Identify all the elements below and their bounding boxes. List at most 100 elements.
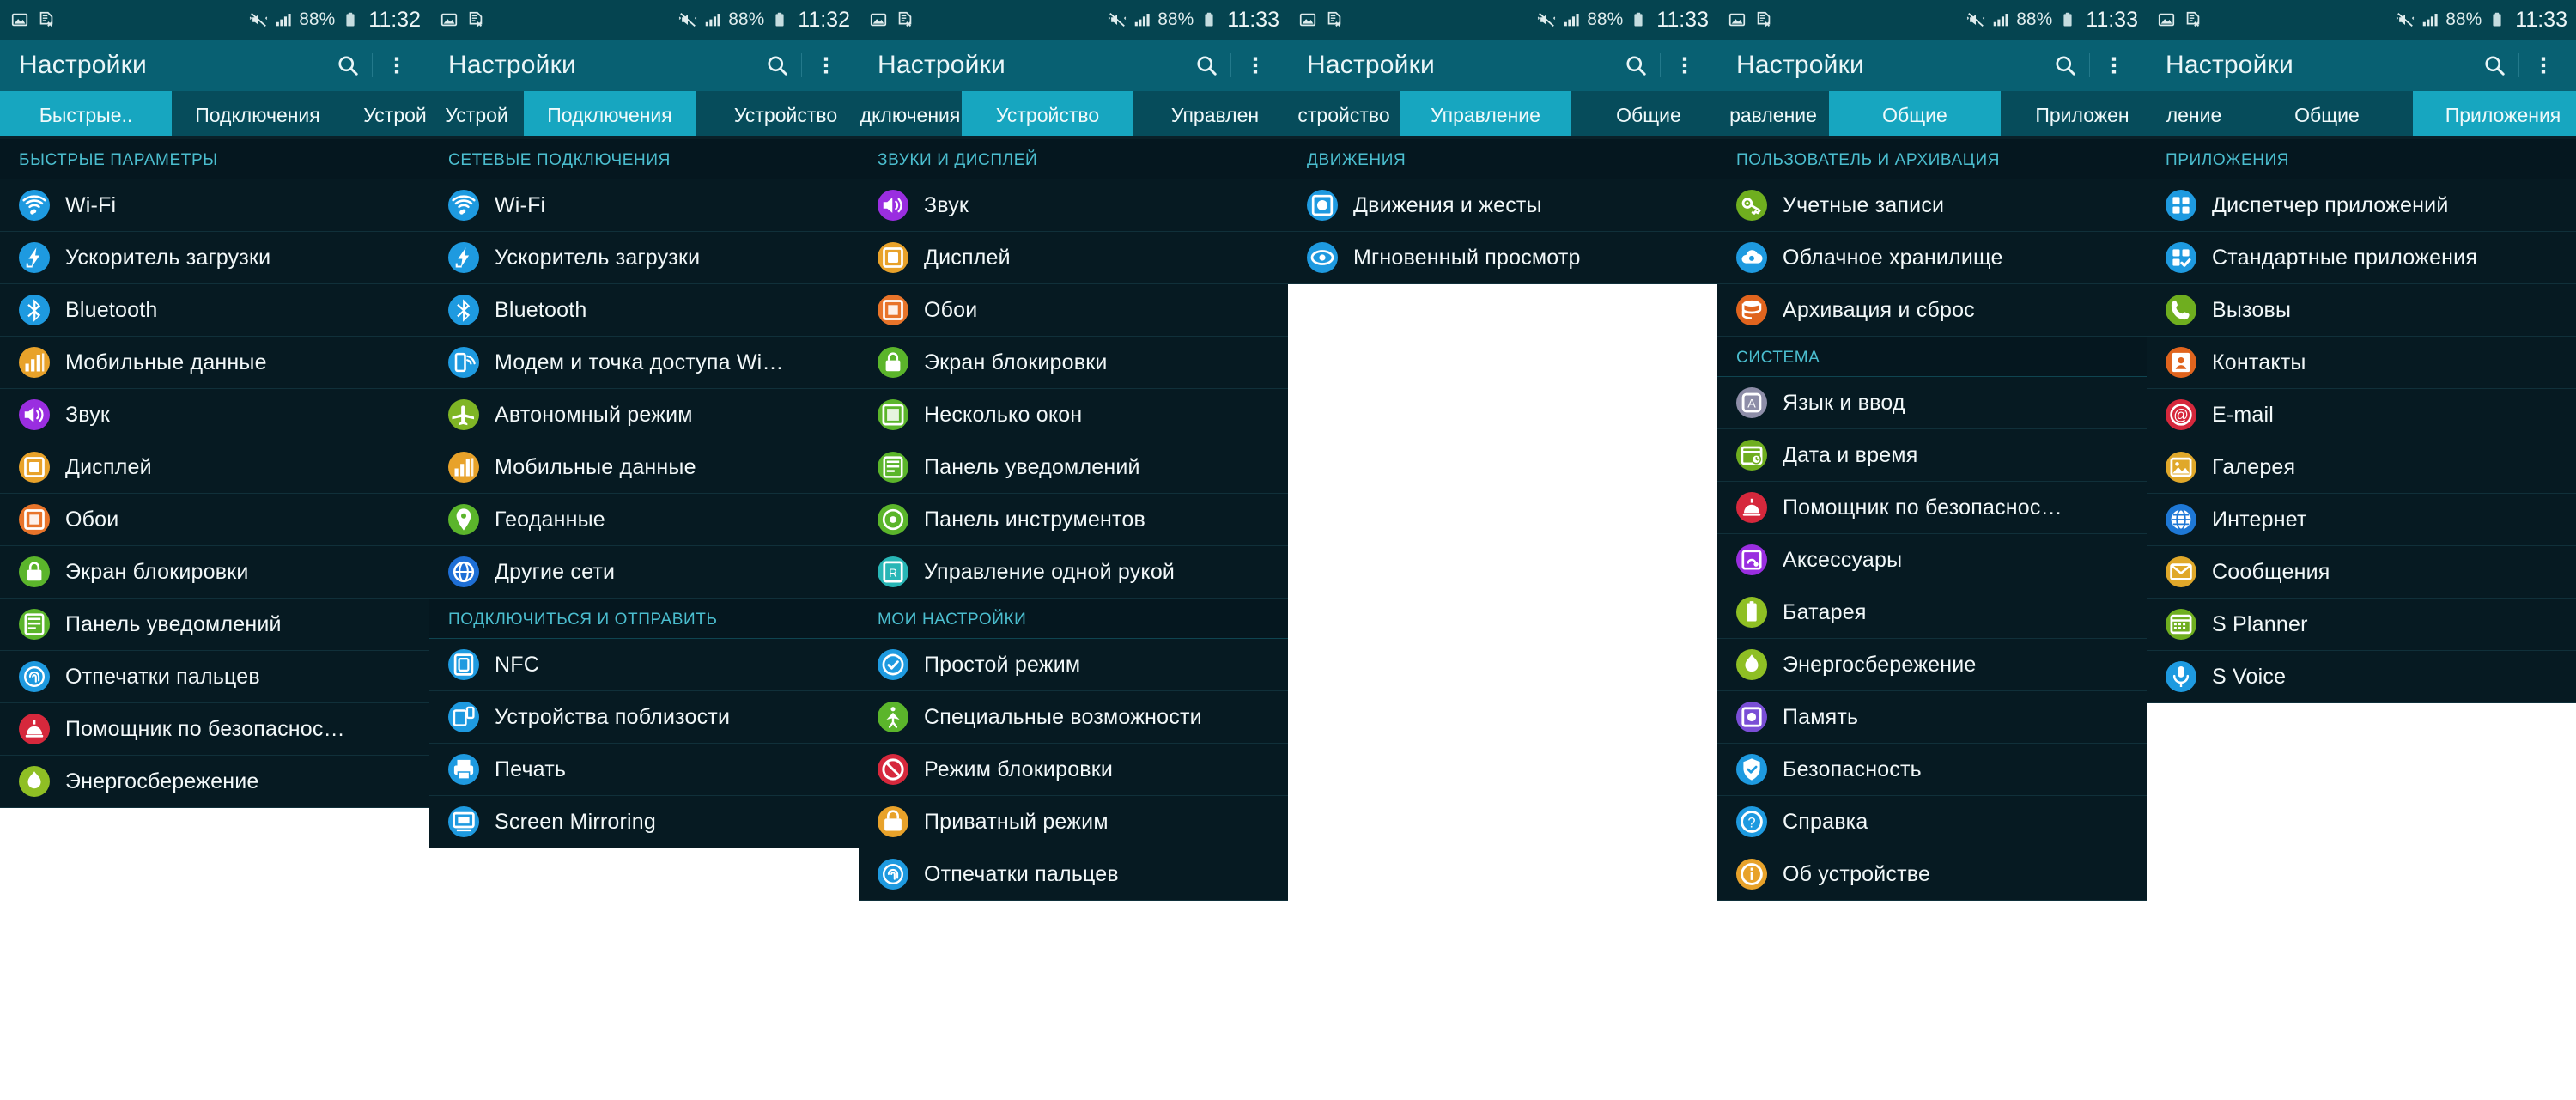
tab-2[interactable]: Общие: [1571, 91, 1717, 139]
list-item[interactable]: Автономный режим: [429, 389, 859, 441]
list-item[interactable]: Движения и жесты: [1288, 179, 1717, 232]
list-item[interactable]: Экран блокировки: [0, 546, 429, 599]
list-item[interactable]: Screen Mirroring: [429, 796, 859, 848]
list-item[interactable]: NFC: [429, 639, 859, 691]
list-item[interactable]: Вызовы: [2147, 284, 2576, 337]
tab-2[interactable]: Устройство: [696, 91, 859, 139]
list-item[interactable]: Панель инструментов: [859, 494, 1288, 546]
tab-1[interactable]: Подключения: [524, 91, 696, 139]
list-item[interactable]: Мгновенный просмотр: [1288, 232, 1717, 284]
list-item[interactable]: Панель уведомлений: [859, 441, 1288, 494]
list-item[interactable]: A Язык и ввод: [1717, 377, 2147, 429]
list-item[interactable]: Обои: [859, 284, 1288, 337]
list-item[interactable]: Bluetooth: [429, 284, 859, 337]
list-item[interactable]: Дисплей: [859, 232, 1288, 284]
action-separator: [372, 53, 373, 77]
list-item[interactable]: Режим блокировки: [859, 744, 1288, 796]
list-item[interactable]: Энергосбережение: [0, 756, 429, 808]
more-vertical-icon[interactable]: [373, 40, 421, 91]
list-item[interactable]: Печать: [429, 744, 859, 796]
list-item[interactable]: Галерея: [2147, 441, 2576, 494]
list-item[interactable]: Помощник по безопаснос…: [1717, 482, 2147, 534]
list-item[interactable]: Отпечатки пальцев: [859, 848, 1288, 901]
tab-0[interactable]: дключения: [859, 91, 962, 139]
more-vertical-icon[interactable]: [2090, 40, 2138, 91]
list-item[interactable]: Память: [1717, 691, 2147, 744]
search-icon[interactable]: [753, 40, 801, 91]
list-item[interactable]: S Planner: [2147, 599, 2576, 651]
list-item[interactable]: Мобильные данные: [0, 337, 429, 389]
list-item[interactable]: @ E-mail: [2147, 389, 2576, 441]
list-item[interactable]: Обои: [0, 494, 429, 546]
list-item-label: Режим блокировки: [924, 757, 1114, 781]
list-item[interactable]: Батарея: [1717, 586, 2147, 639]
list-item[interactable]: Звук: [0, 389, 429, 441]
list-item[interactable]: Другие сети: [429, 546, 859, 599]
section-header: СИСТЕМА: [1717, 337, 2147, 377]
list-item[interactable]: Простой режим: [859, 639, 1288, 691]
tab-2[interactable]: Приложения: [2413, 91, 2576, 139]
list-item[interactable]: Аксессуары: [1717, 534, 2147, 586]
list-item[interactable]: Модем и точка доступа Wi…: [429, 337, 859, 389]
tab-1[interactable]: Общие: [1829, 91, 2001, 139]
search-icon[interactable]: [2041, 40, 2089, 91]
list-item-label: Панель уведомлений: [65, 611, 282, 636]
list-item[interactable]: Экран блокировки: [859, 337, 1288, 389]
search-icon[interactable]: [1612, 40, 1660, 91]
list-item[interactable]: Отпечатки пальцев: [0, 651, 429, 703]
tab-0[interactable]: стройство: [1288, 91, 1400, 139]
list-item[interactable]: Мобильные данные: [429, 441, 859, 494]
search-icon[interactable]: [1182, 40, 1230, 91]
list-item[interactable]: Bluetooth: [0, 284, 429, 337]
list-item[interactable]: Панель уведомлений: [0, 599, 429, 651]
more-vertical-icon[interactable]: [802, 40, 850, 91]
list-item[interactable]: Дата и время: [1717, 429, 2147, 482]
list-item[interactable]: Контакты: [2147, 337, 2576, 389]
list-item-label: Bluetooth: [495, 297, 587, 322]
search-icon[interactable]: [324, 40, 372, 91]
list-item[interactable]: Wi-Fi: [429, 179, 859, 232]
more-vertical-icon[interactable]: [1231, 40, 1279, 91]
tab-2[interactable]: Устрой: [343, 91, 429, 139]
tab-1[interactable]: Общие: [2241, 91, 2413, 139]
status-bar: 88% 11:32: [0, 0, 429, 40]
list-item[interactable]: Архивация и сброс: [1717, 284, 2147, 337]
tab-1[interactable]: Подключения: [172, 91, 343, 139]
more-vertical-icon[interactable]: [1661, 40, 1709, 91]
list-item[interactable]: Ускоритель загрузки: [0, 232, 429, 284]
list-item[interactable]: Специальные возможности: [859, 691, 1288, 744]
tab-1[interactable]: Управление: [1400, 91, 1571, 139]
list-item[interactable]: Сообщения: [2147, 546, 2576, 599]
list-item[interactable]: Об устройстве: [1717, 848, 2147, 901]
tab-0[interactable]: Устрой: [429, 91, 524, 139]
list-item[interactable]: Ускоритель загрузки: [429, 232, 859, 284]
list-item[interactable]: Приватный режим: [859, 796, 1288, 848]
tab-0[interactable]: равление: [1717, 91, 1829, 139]
tab-2[interactable]: Управлен: [1133, 91, 1288, 139]
list-item[interactable]: Несколько окон: [859, 389, 1288, 441]
list-item[interactable]: Геоданные: [429, 494, 859, 546]
tab-0[interactable]: Быстрые..: [0, 91, 172, 139]
search-icon[interactable]: [2470, 40, 2518, 91]
list-item-label: Безопасность: [1783, 757, 1922, 781]
list-item[interactable]: S Voice: [2147, 651, 2576, 703]
more-vertical-icon[interactable]: [2519, 40, 2567, 91]
list-item[interactable]: ? Справка: [1717, 796, 2147, 848]
list-item[interactable]: Учетные записи: [1717, 179, 2147, 232]
list-item[interactable]: Безопасность: [1717, 744, 2147, 796]
tab-0[interactable]: ление: [2147, 91, 2241, 139]
list-item[interactable]: R Управление одной рукой: [859, 546, 1288, 599]
list-item[interactable]: Энергосбережение: [1717, 639, 2147, 691]
tab-2[interactable]: Приложен: [2001, 91, 2147, 139]
list-item[interactable]: Облачное хранилище: [1717, 232, 2147, 284]
list-item-label: Простой режим: [924, 652, 1081, 677]
list-item[interactable]: Интернет: [2147, 494, 2576, 546]
list-item[interactable]: Стандартные приложения: [2147, 232, 2576, 284]
tab-1[interactable]: Устройство: [962, 91, 1133, 139]
list-item[interactable]: Звук: [859, 179, 1288, 232]
list-item[interactable]: Диспетчер приложений: [2147, 179, 2576, 232]
list-item[interactable]: Помощник по безопаснос…: [0, 703, 429, 756]
list-item[interactable]: Wi-Fi: [0, 179, 429, 232]
list-item[interactable]: Дисплей: [0, 441, 429, 494]
list-item[interactable]: Устройства поблизости: [429, 691, 859, 744]
